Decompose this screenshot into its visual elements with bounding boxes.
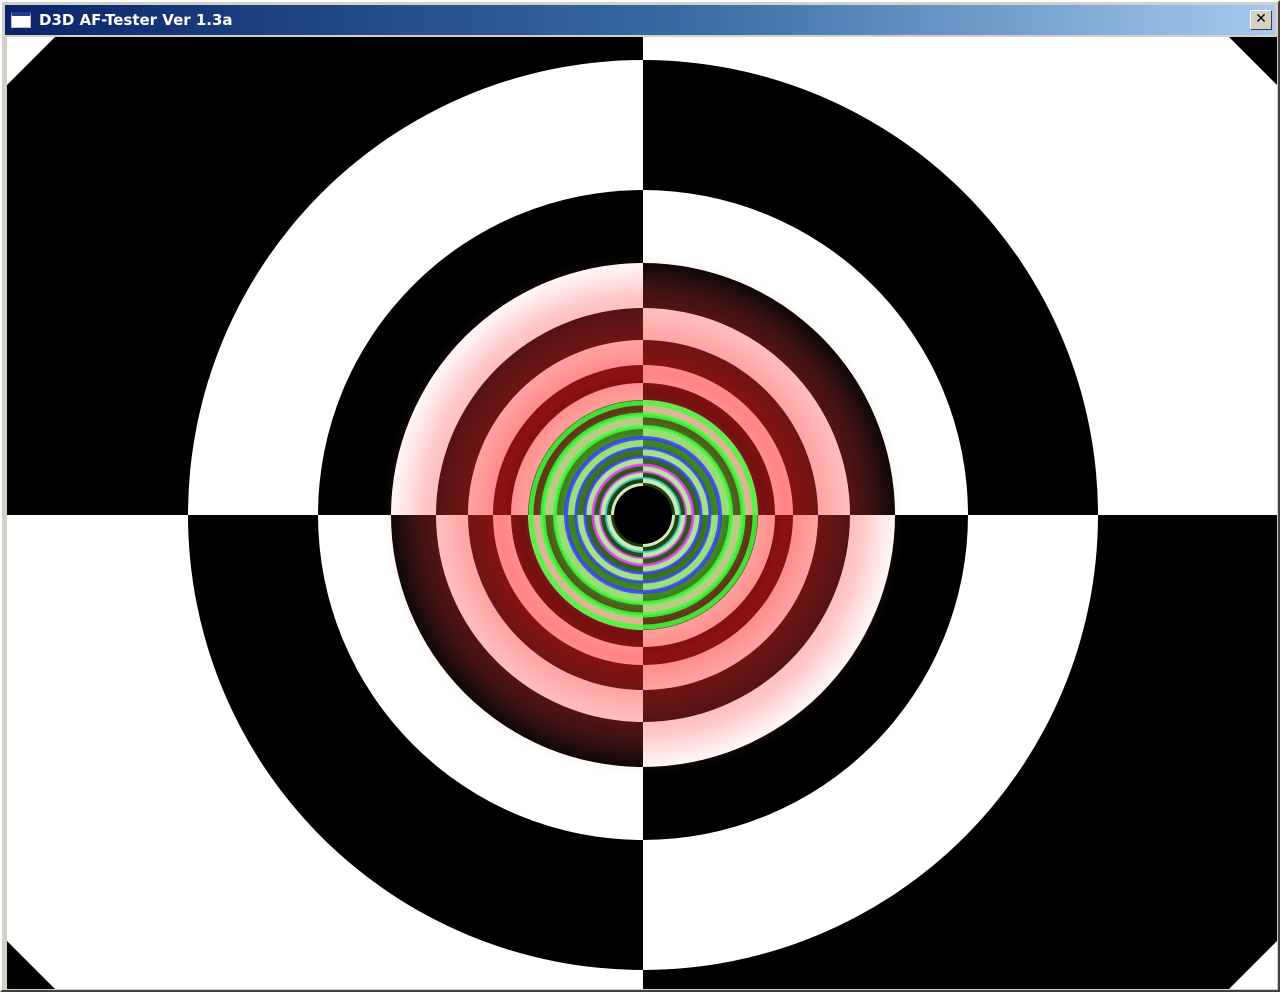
close-button[interactable]: ✕ <box>1250 10 1272 30</box>
close-icon: ✕ <box>1255 11 1267 27</box>
tunnel-center <box>614 486 672 544</box>
app-window: D3D AF-Tester Ver 1.3a ✕ <box>0 0 1280 992</box>
title-bar[interactable]: D3D AF-Tester Ver 1.3a ✕ <box>5 5 1275 35</box>
af-test-pattern <box>7 37 1277 989</box>
render-viewport <box>7 37 1277 989</box>
window-icon[interactable] <box>11 12 31 28</box>
window-title: D3D AF-Tester Ver 1.3a <box>39 11 233 29</box>
